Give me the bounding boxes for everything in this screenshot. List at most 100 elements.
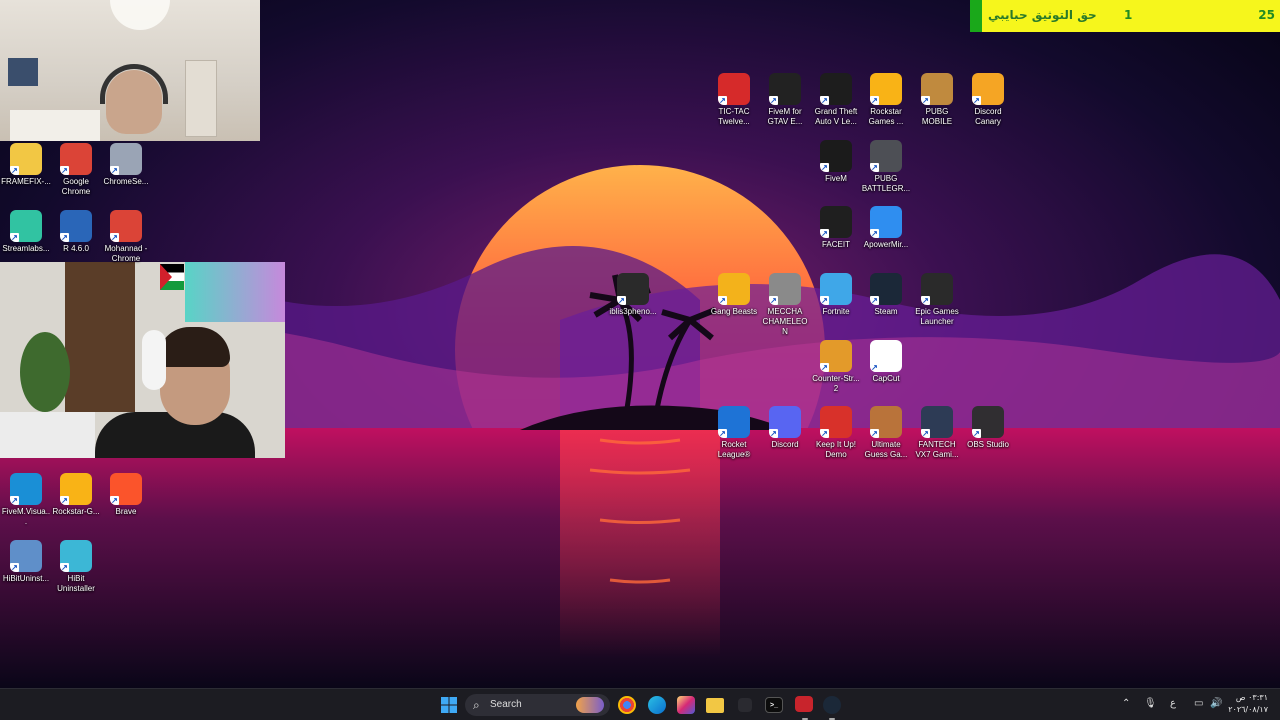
desktop-icon-label: Google Chrome (61, 177, 91, 196)
taskbar-streaming-app-icon[interactable] (795, 696, 813, 712)
neon-light (185, 262, 285, 322)
desktop-icon[interactable]: ↗ ChromeSe... (101, 143, 151, 187)
meccha-icon: ↗ (769, 273, 801, 305)
pubg-helmet-icon: ↗ (870, 140, 902, 172)
desktop-icon[interactable]: ↗ Rockstar Games ... (861, 73, 911, 127)
counter-strike-icon: ↗ (820, 340, 852, 372)
folder-icon: ↗ (10, 143, 42, 175)
taskbar-chrome-icon[interactable] (618, 696, 636, 714)
shortcut-arrow-icon: ↗ (870, 229, 879, 238)
search-highlight-icon (576, 697, 604, 713)
desktop-icon[interactable]: ↗ iblis3pheno... (608, 273, 658, 317)
start-button[interactable] (439, 695, 459, 715)
desktop-icon[interactable]: ↗ FANTECH VX7 Gami... (912, 406, 962, 460)
desktop-icon[interactable]: ↗ Rocket League® (709, 406, 759, 460)
desktop-icon[interactable]: ↗ FACEIT (811, 206, 861, 250)
desktop-icon-label: iblis3pheno... (609, 307, 657, 316)
desktop-icon-label: FACEIT (821, 240, 850, 249)
pubg-mobile-icon: ↗ (921, 73, 953, 105)
desktop-icon[interactable]: ↗ Counter-Str... 2 (811, 340, 861, 394)
shortcut-arrow-icon: ↗ (10, 166, 19, 175)
webcam-overlay-top (0, 0, 260, 141)
desktop-icon[interactable]: ↗ ApowerMir... (861, 206, 911, 250)
desktop-icon[interactable]: ↗ Ultimate Guess Ga... (861, 406, 911, 460)
taskbar-steam-icon[interactable] (823, 696, 841, 714)
desktop-icon-label: FiveM.Visua... (1, 507, 51, 526)
desktop-icon-label: Brave (115, 507, 137, 516)
shortcut-arrow-icon: ↗ (769, 429, 778, 438)
desktop-icon[interactable]: ↗ FiveM.Visua... (1, 473, 51, 527)
network-icon[interactable]: ▭ (1194, 698, 1203, 709)
taskbar-terminal-icon[interactable]: >_ (765, 697, 783, 713)
taskbar-instagram-icon[interactable] (677, 696, 695, 714)
desktop-icon[interactable]: ↗ R 4.6.0 (51, 210, 101, 254)
desktop-icon[interactable]: ↗ Keep It Up! Demo (811, 406, 861, 460)
desktop-icon-label: CapCut (872, 374, 900, 383)
gang-beasts-icon: ↗ (718, 273, 750, 305)
desktop-icon[interactable]: ↗ HiBit Uninstaller (51, 540, 101, 594)
desktop-icon-label: Keep It Up! Demo (815, 440, 857, 459)
taskbar-search-box[interactable]: ⌕ Search (465, 694, 610, 716)
shortcut-arrow-icon: ↗ (921, 296, 930, 305)
chrome-profile-icon: ↗ (110, 210, 142, 242)
language-indicator[interactable]: ع (1170, 698, 1176, 709)
desktop-icon[interactable]: ↗ Steam (861, 273, 911, 317)
shortcut-arrow-icon: ↗ (10, 233, 19, 242)
desktop-icon[interactable]: ↗ HiBitUninst... (1, 540, 51, 584)
desktop-icon-label: PUBG BATTLEGR... (861, 174, 911, 193)
hibit-icon: ↗ (60, 540, 92, 572)
desktop-icon[interactable]: ↗ Brave (101, 473, 151, 517)
desktop-icon-label: ChromeSe... (103, 177, 149, 186)
desktop-icon-label: FiveM (825, 174, 847, 183)
desktop-icon[interactable]: ↗ Google Chrome (51, 143, 101, 197)
desktop-icon[interactable]: ↗ Discord (760, 406, 810, 450)
desktop-icon[interactable]: ↗ Discord Canary (963, 73, 1013, 127)
microphone-icon[interactable]: 🎙 (1144, 698, 1157, 709)
desktop-icon[interactable]: ↗ Epic Games Launcher (912, 273, 962, 327)
desktop-icon[interactable]: ↗ TIC-TAC Twelve... (709, 73, 759, 127)
desktop-icon[interactable]: ↗ PUBG MOBILE (912, 73, 962, 127)
desktop-icon[interactable]: ↗ FRAMEFIX-... (1, 143, 51, 187)
shortcut-arrow-icon: ↗ (921, 96, 930, 105)
desktop-icon[interactable]: ↗ Fortnite (811, 273, 861, 317)
obs-icon: ↗ (972, 406, 1004, 438)
fivem-icon: ↗ (769, 73, 801, 105)
desktop-icon[interactable]: ↗ MECCHA CHAMELEON (760, 273, 810, 337)
desktop-icon-label: Rockstar Games ... (868, 107, 904, 126)
desktop-icon[interactable]: ↗ Grand Theft Auto V Le... (811, 73, 861, 127)
capcut-icon: ↗ (870, 340, 902, 372)
desktop-icon[interactable]: ↗ FiveM for GTAV E... (760, 73, 810, 127)
desktop-icon-label: TIC-TAC Twelve... (718, 107, 750, 126)
windows-icon (441, 697, 457, 713)
desktop-icon[interactable]: ↗ Streamlabs... (1, 210, 51, 254)
door (65, 262, 135, 412)
desktop-icon[interactable]: ↗ Rockstar-G... (51, 473, 101, 517)
desktop-icon-label: FiveM for GTAV E... (767, 107, 803, 126)
system-clock[interactable]: ٠٣:٣١ ص ٢٠٢٦/٠٨/١٧ (1228, 692, 1268, 716)
desktop-icon[interactable]: ↗ CapCut (861, 340, 911, 384)
volume-icon[interactable]: 🔊 (1210, 698, 1222, 709)
desktop-icon-label: Counter-Str... 2 (812, 374, 860, 393)
desktop-icon[interactable]: ↗ PUBG BATTLEGR... (861, 140, 911, 194)
gta-icon: ↗ (820, 73, 852, 105)
desktop-icon[interactable]: ↗ FiveM (811, 140, 861, 184)
desktop-icon-label: PUBG MOBILE (921, 107, 953, 126)
show-hidden-icons-chevron-icon[interactable]: ⌃ (1122, 698, 1130, 709)
stream-goal-banner: 25 1 حق التوثيق حبايبي (970, 0, 1280, 32)
desktop-icon[interactable]: ↗ Gang Beasts (709, 273, 759, 317)
taskbar-app-icon[interactable] (738, 698, 752, 712)
keep-it-up-icon: ↗ (820, 406, 852, 438)
iblis-icon: ↗ (617, 273, 649, 305)
taskbar-file-explorer-icon[interactable] (706, 698, 724, 713)
taskbar-edge-icon[interactable] (648, 696, 666, 714)
desktop-icon[interactable]: ↗ Mohannad - Chrome (101, 210, 151, 264)
desktop-icon-label: Grand Theft Auto V Le... (814, 107, 858, 126)
shortcut-arrow-icon: ↗ (10, 496, 19, 505)
shortcut-arrow-icon: ↗ (110, 496, 119, 505)
shortcut-arrow-icon: ↗ (718, 96, 727, 105)
shortcut-arrow-icon: ↗ (820, 163, 829, 172)
steam-icon: ↗ (870, 273, 902, 305)
desktop-icon[interactable]: ↗ OBS Studio (963, 406, 1013, 450)
brave-icon: ↗ (110, 473, 142, 505)
shortcut-arrow-icon: ↗ (718, 296, 727, 305)
